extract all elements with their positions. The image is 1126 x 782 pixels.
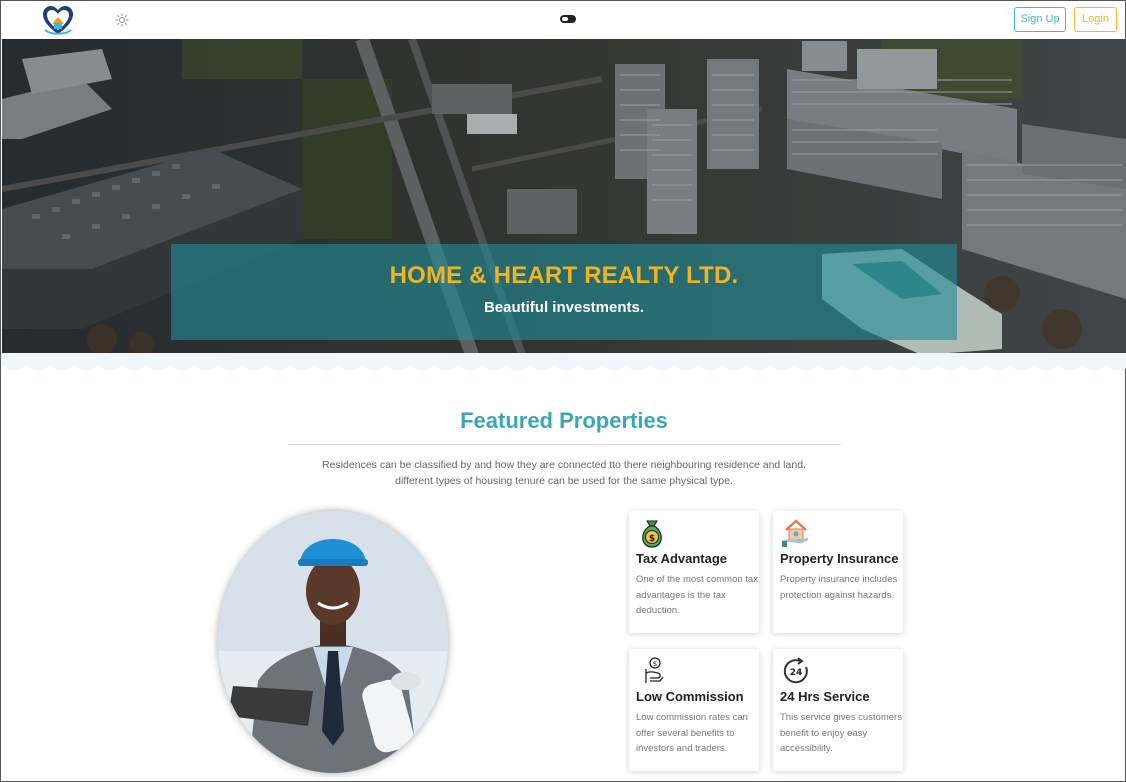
feature-card-24-hrs-service[interactable]: 24 24 Hrs Service This service gives cus… bbox=[773, 649, 903, 771]
card-title: Tax Advantage bbox=[636, 551, 728, 566]
card-text: This service gives customers benefit to … bbox=[780, 712, 902, 754]
house-hand-icon bbox=[781, 519, 809, 547]
toggle-switch-icon[interactable] bbox=[560, 15, 576, 23]
agent-photo bbox=[218, 511, 448, 773]
card-text: Property insurance includes protection a… bbox=[780, 574, 898, 601]
feature-card-tax-advantage[interactable]: $ Tax Advantage One of the most common t… bbox=[629, 511, 759, 633]
hero-banner: HOME & HEART REALTY LTD. Beautiful inves… bbox=[2, 39, 1126, 355]
wave-divider bbox=[2, 353, 1126, 371]
login-button[interactable]: Login bbox=[1074, 7, 1117, 32]
hero-title: HOME & HEART REALTY LTD. bbox=[389, 262, 739, 289]
feature-card-low-commission[interactable]: $ Low Commission Low commission rates ca… bbox=[629, 649, 759, 771]
card-title: 24 Hrs Service bbox=[780, 689, 870, 704]
card-text: One of the most common tax advantages is… bbox=[636, 574, 758, 616]
card-text: Low commission rates can offer several b… bbox=[636, 712, 748, 754]
featured-description: Residences can be classified by and how … bbox=[301, 457, 827, 489]
description-line: different types of housing tenure can be… bbox=[395, 475, 733, 487]
card-title: Property Insurance bbox=[780, 551, 899, 566]
heading-divider bbox=[288, 444, 841, 445]
house-heart-logo-icon[interactable] bbox=[41, 4, 75, 36]
featured-properties-heading: Featured Properties bbox=[460, 408, 668, 433]
signup-button[interactable]: Sign Up bbox=[1014, 7, 1066, 32]
hero-caption-box: HOME & HEART REALTY LTD. Beautiful inves… bbox=[171, 244, 957, 340]
svg-text:24: 24 bbox=[790, 668, 803, 678]
description-line: Residences can be classified by and how … bbox=[322, 459, 806, 471]
clock-24-icon: 24 bbox=[783, 657, 808, 684]
feature-card-property-insurance[interactable]: Property Insurance Property insurance in… bbox=[773, 511, 903, 633]
sun-icon[interactable] bbox=[115, 13, 129, 27]
money-bag-icon: $ bbox=[642, 520, 662, 548]
hero-subtitle: Beautiful investments. bbox=[483, 299, 645, 316]
svg-text:$: $ bbox=[653, 660, 657, 668]
card-title: Low Commission bbox=[636, 689, 744, 704]
hand-coin-icon: $ bbox=[645, 657, 664, 683]
agent-image bbox=[218, 511, 448, 773]
navbar: Sign Up Login bbox=[1, 1, 1125, 40]
svg-text:$: $ bbox=[649, 534, 655, 544]
